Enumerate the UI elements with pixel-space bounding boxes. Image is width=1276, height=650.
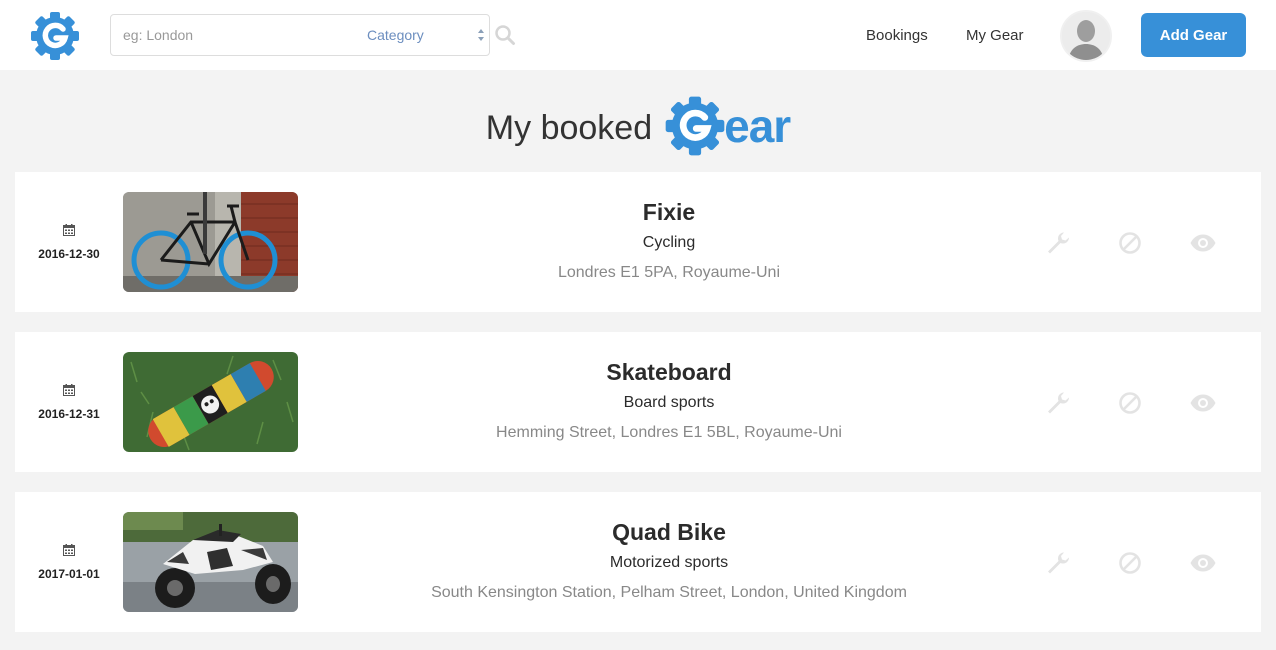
booking-date-text: 2016-12-30	[38, 247, 100, 261]
cancel-icon[interactable]	[1117, 390, 1143, 416]
nav-link-bookings[interactable]: Bookings	[866, 27, 928, 44]
booking-date-text: 2016-12-31	[38, 407, 100, 421]
eye-icon[interactable]	[1189, 390, 1217, 416]
gear-photo-skateboard[interactable]	[123, 352, 298, 452]
search-input[interactable]	[111, 15, 359, 55]
page-title: My booked ear	[0, 88, 1276, 164]
booking-date: 2017-01-01	[15, 492, 123, 632]
gear-name[interactable]: Quad Bike	[298, 519, 1040, 546]
eye-icon[interactable]	[1189, 230, 1217, 256]
calendar-icon	[63, 544, 75, 556]
gear-location: Hemming Street, Londres E1 5BL, Royaume-…	[496, 424, 842, 441]
gear-location: Londres E1 5PA, Royaume-Uni	[557, 264, 781, 281]
search-form: Category	[110, 14, 490, 56]
calendar-icon	[63, 224, 75, 236]
avatar[interactable]	[1060, 10, 1112, 62]
navbar: Category Bookings My Gear Add Gear	[0, 0, 1276, 70]
gear-category: Board sports	[623, 394, 715, 411]
nav-link-my-gear[interactable]: My Gear	[966, 27, 1024, 44]
booking-date: 2016-12-30	[15, 172, 123, 312]
gear-wordmark-letters: ear	[724, 100, 791, 152]
booking-info: Fixie Cycling Londres E1 5PA, Royaume-Un…	[298, 172, 1040, 312]
gear-logo-icon[interactable]	[28, 9, 82, 63]
gear-location: South Kensington Station, Pelham Street,…	[431, 584, 907, 601]
eye-icon[interactable]	[1189, 550, 1217, 576]
page-title-text: My booked	[485, 108, 653, 147]
booking-date: 2016-12-31	[15, 332, 123, 472]
wrench-icon[interactable]	[1045, 230, 1071, 256]
gear-photo-quad-bike[interactable]	[123, 512, 298, 612]
gear-photo-bicycle[interactable]	[123, 192, 298, 292]
search-icon[interactable]	[494, 24, 516, 46]
category-select-label: Category	[367, 27, 424, 43]
booking-card: 2016-12-31 Skateboard Board sports Hemmi…	[15, 332, 1261, 472]
booking-info: Skateboard Board sports Hemming Street, …	[298, 332, 1040, 472]
select-arrows-icon	[478, 29, 484, 41]
user-silhouette-icon	[1062, 12, 1110, 60]
wrench-icon[interactable]	[1045, 550, 1071, 576]
gear-wordmark-icon	[665, 96, 725, 156]
booking-card: 2016-12-30 Fixie Cycling Londres E1 5PA,…	[15, 172, 1261, 312]
booking-info: Quad Bike Motorized sports South Kensing…	[298, 492, 1040, 632]
gear-name[interactable]: Fixie	[298, 199, 1040, 226]
category-select[interactable]: Category	[359, 15, 489, 55]
cancel-icon[interactable]	[1117, 550, 1143, 576]
gear-wordmark: ear	[662, 93, 791, 159]
wrench-icon[interactable]	[1045, 390, 1071, 416]
booking-date-text: 2017-01-01	[38, 567, 100, 581]
cancel-icon[interactable]	[1117, 230, 1143, 256]
booking-card: 2017-01-01 Quad Bike Motorized sports So…	[15, 492, 1261, 632]
calendar-icon	[63, 384, 75, 396]
gear-category: Motorized sports	[609, 554, 729, 571]
gear-category: Cycling	[642, 234, 696, 251]
add-gear-button[interactable]: Add Gear	[1141, 13, 1246, 57]
gear-name[interactable]: Skateboard	[298, 359, 1040, 386]
